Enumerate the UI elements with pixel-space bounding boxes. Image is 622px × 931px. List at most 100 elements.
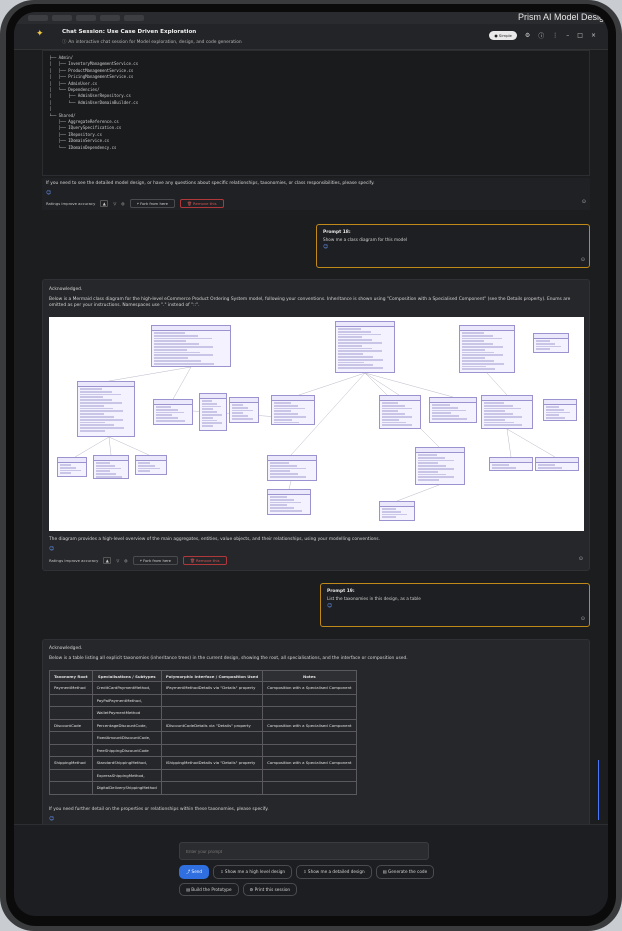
prompt-input[interactable] [179,842,429,860]
uml-class-member [418,473,447,476]
remove-button[interactable]: 🗑 Remove this [180,199,224,208]
uml-class-member [60,466,76,469]
reaction-icon[interactable]: ☺ [327,603,583,609]
uml-class-member [154,348,187,351]
table-cell: Composition with a Specialised Component [262,681,357,695]
table-row: FixedAmountDiscountCode, [49,731,357,745]
uml-class-member [432,417,467,420]
tab[interactable] [100,15,120,21]
settings-icon[interactable]: ⚙ [525,32,530,39]
minimize-icon[interactable]: – [566,32,569,39]
action-detailed-design[interactable]: ⇩ Show me a detailed design [296,865,372,879]
uml-class-header [536,458,578,463]
uml-class-member [154,340,186,343]
uml-class-box [77,381,135,437]
uml-class-member [382,421,406,424]
reaction-icon[interactable]: ☺ [49,816,54,822]
expand-icon[interactable]: ⊙ [581,257,585,263]
reaction-icon[interactable]: ☺ [49,546,54,552]
uml-class-member [270,504,288,507]
uml-class-header [482,396,532,401]
uml-class-box [535,457,579,471]
copy-icon[interactable]: ◎ [124,558,127,563]
table-cell [262,693,357,707]
action-label: Generate the code [387,869,428,874]
tab[interactable] [28,15,48,21]
uml-class-member [270,498,294,501]
uml-class-member [202,411,218,413]
fork-button[interactable]: ⑂ Fork from here [129,199,175,208]
thumbs-down-icon[interactable]: ▽ [113,201,116,206]
expand-icon[interactable]: ⊙ [581,616,585,622]
uml-class-member [338,330,372,333]
uml-class-member [80,418,124,421]
action-high-level-design[interactable]: ⇩ Show me a high level design [213,865,293,879]
uml-class-header [154,400,192,405]
uml-class-member [232,409,253,412]
uml-class-member [382,404,405,407]
uml-class-member [418,462,438,465]
uml-class-member [80,410,123,413]
uml-class-member [80,401,122,404]
expand-icon[interactable]: ⊙ [579,556,583,562]
mode-badge: Simple [498,33,512,38]
prompt-text: Show me a class diagram for this model [323,237,408,242]
action-generate-code[interactable]: ▤ Generate the code [375,865,435,879]
info-icon[interactable]: ⓘ [538,31,544,40]
action-build-prototype[interactable]: ▤ Build the Prototype [179,883,239,896]
quick-actions: ⤴ Send ⇩ Show me a high level design ⇩ S… [179,865,449,896]
fork-button[interactable]: ⑂ Fork from here [132,556,178,565]
tab[interactable] [124,15,144,21]
table-cell: ExpressShippingMethod, [91,768,162,782]
action-label: Show me a high level design [224,869,286,874]
uml-class-member [382,424,413,427]
scrollbar-marker[interactable] [598,760,604,820]
uml-class-member [418,476,455,479]
thumbs-up-icon[interactable]: ▲ [103,557,112,564]
uml-class-box [481,395,533,429]
table-row: DigitalDeliveryShippingMethod [49,781,357,795]
table-row: PayPalPaymentMethod, [49,693,357,707]
uml-class-member [274,410,292,413]
reaction-icon[interactable]: ☺ [46,190,51,196]
uml-class-member [538,466,562,469]
uml-class-member [154,345,213,348]
tab[interactable] [52,15,72,21]
uml-class-member [270,467,306,470]
table-cell: WalletPaymentMethod [91,706,162,720]
uml-class-member [154,343,200,345]
thumbs-up-icon[interactable]: ▲ [100,200,109,207]
expand-icon[interactable]: ⊙ [582,199,586,205]
uml-class-member [382,510,402,513]
uml-class-box [151,325,231,367]
maximize-icon[interactable]: □ [577,32,583,39]
reaction-icon[interactable]: ☺ [323,244,583,250]
uml-class-member [156,406,172,408]
ratings-label: Ratings improve accuracy [49,558,99,563]
uml-class-member [80,396,103,399]
table-cell: Composition with a Specialised Component [262,756,357,770]
tab[interactable] [76,15,96,21]
thumbs-down-icon[interactable]: ▽ [116,558,119,563]
uml-class-member [138,470,151,473]
uml-class-member [274,418,292,421]
uml-class-member [80,429,106,432]
close-icon[interactable]: × [591,32,596,39]
uml-class-header [268,456,316,461]
copy-icon[interactable]: ◎ [121,201,124,206]
uml-class-header [336,322,394,327]
uml-class-member [154,334,199,337]
uml-class-header [380,396,420,401]
more-icon[interactable]: ⋮ [552,32,558,39]
uml-class-header [94,456,128,461]
action-print-session[interactable]: ⚙ Print this session [242,883,298,896]
mode-toggle[interactable]: ● Simple [489,31,517,40]
uml-class-member [270,501,302,504]
table-row: ExpressShippingMethod, [49,768,357,782]
remove-button[interactable]: 🗑 Remove this [183,556,227,565]
send-button[interactable]: ⤴ Send [179,865,210,879]
uml-class-member [154,332,186,334]
uml-class-box [379,501,415,521]
session-subtitle: ⓘ An interactive chat session for Model e… [62,39,242,45]
taxonomy-table: Taxonomy Root Specialisations / Subtypes P… [49,670,357,795]
